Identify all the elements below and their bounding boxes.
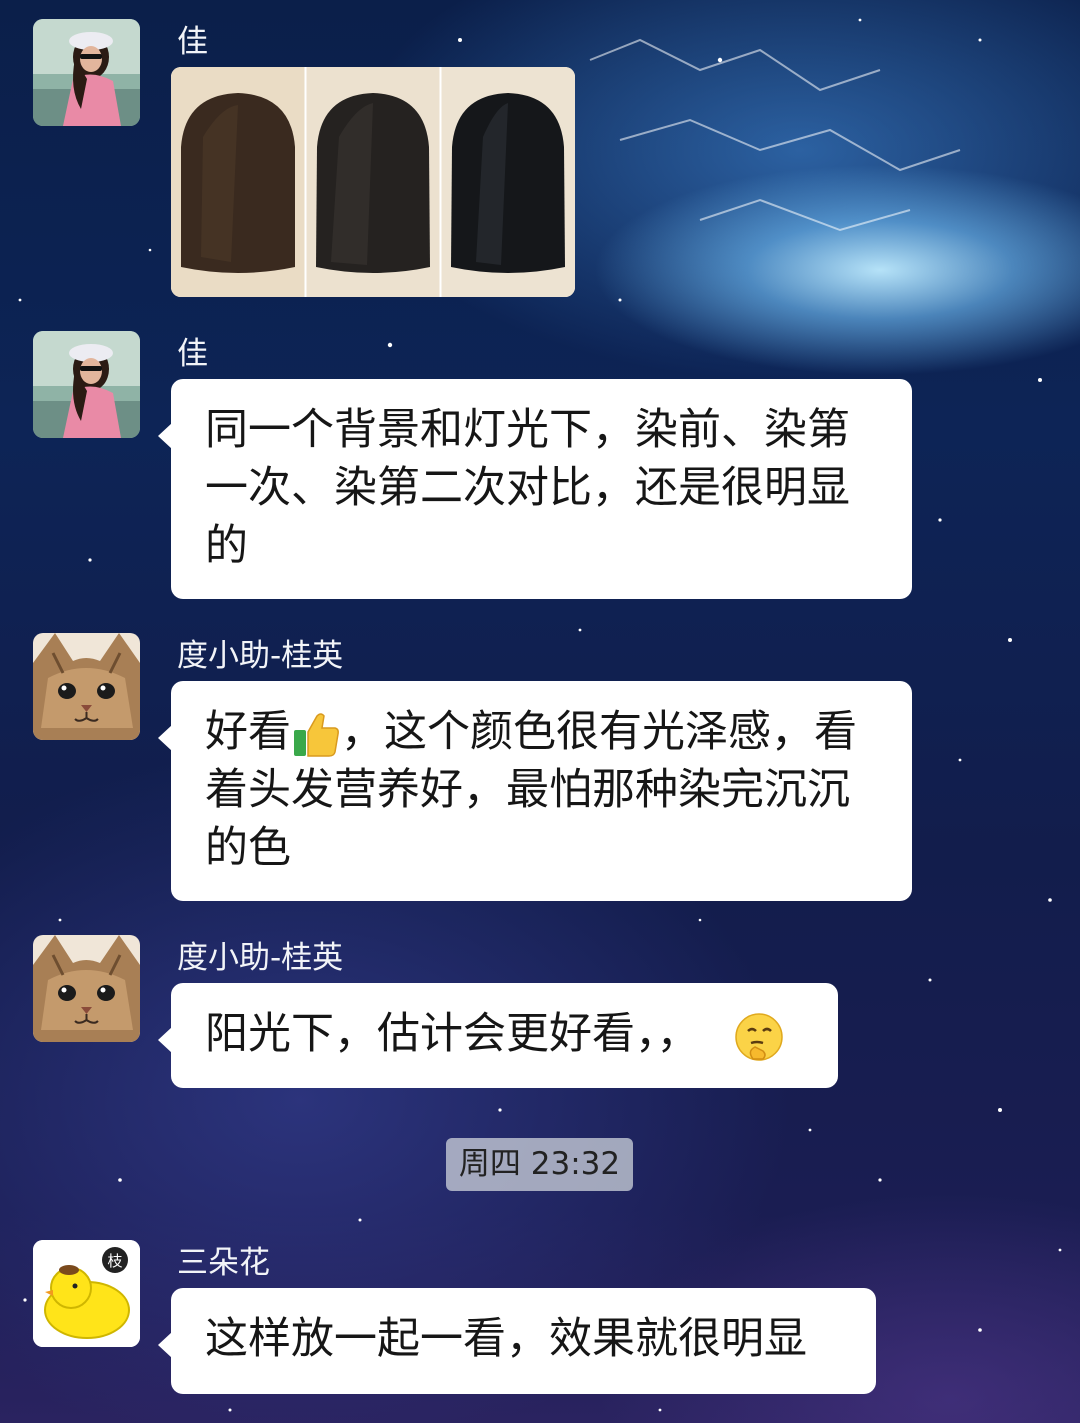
avatar-cat[interactable]: [33, 935, 140, 1042]
avatar-badge-text: 枝: [107, 1252, 122, 1270]
message-bubble[interactable]: 同一个背景和灯光下，染前、染第 一次、染第二次对比，还是很明显 的: [158, 379, 912, 599]
message-line: 的色: [205, 823, 291, 873]
avatar-jia[interactable]: [33, 19, 140, 126]
avatar-chick[interactable]: 枝: [33, 1240, 140, 1347]
avatar-jia[interactable]: [33, 331, 140, 438]
message-text-segment: 阳光下，估计会更好看，，: [205, 1009, 700, 1059]
avatar-cat[interactable]: [33, 633, 140, 740]
message-line: 着头发营养好，最怕那种染完沉沉: [205, 765, 850, 815]
sender-name: 佳: [177, 24, 208, 60]
message-line: 同一个背景和灯光下，染前、染第: [205, 405, 850, 455]
message-bubble[interactable]: 阳光下，估计会更好看，，: [158, 983, 838, 1088]
thumbs-up-icon: [294, 712, 339, 757]
message-text-segment: 这样放一起一看，效果就很明显: [205, 1314, 807, 1364]
hair-comparison-image[interactable]: [171, 67, 575, 297]
message-text-segment: 好看: [205, 707, 291, 757]
message-text-segment: ，这个颜色很有光泽感，看: [341, 707, 857, 757]
sender-name: 度小助-桂英: [177, 940, 344, 976]
sender-name: 佳: [177, 336, 208, 372]
timestamp-badge: 周四 23:32: [446, 1138, 633, 1191]
thinking-face-icon: [735, 1012, 783, 1061]
sender-name: 三朵花: [177, 1245, 270, 1281]
message-line: 一次、染第二次对比，还是很明显: [205, 463, 850, 513]
message-line: 好看 ，这个颜色很有光泽感，看: [205, 703, 880, 761]
sender-name: 度小助-桂英: [177, 638, 344, 674]
message-bubble[interactable]: 这样放一起一看，效果就很明显: [158, 1288, 876, 1394]
message-line: 的: [205, 521, 248, 571]
message-bubble[interactable]: 好看 ，这个颜色很有光泽感，看 着头发营养好，最怕那种染完沉沉 的色: [158, 681, 912, 901]
